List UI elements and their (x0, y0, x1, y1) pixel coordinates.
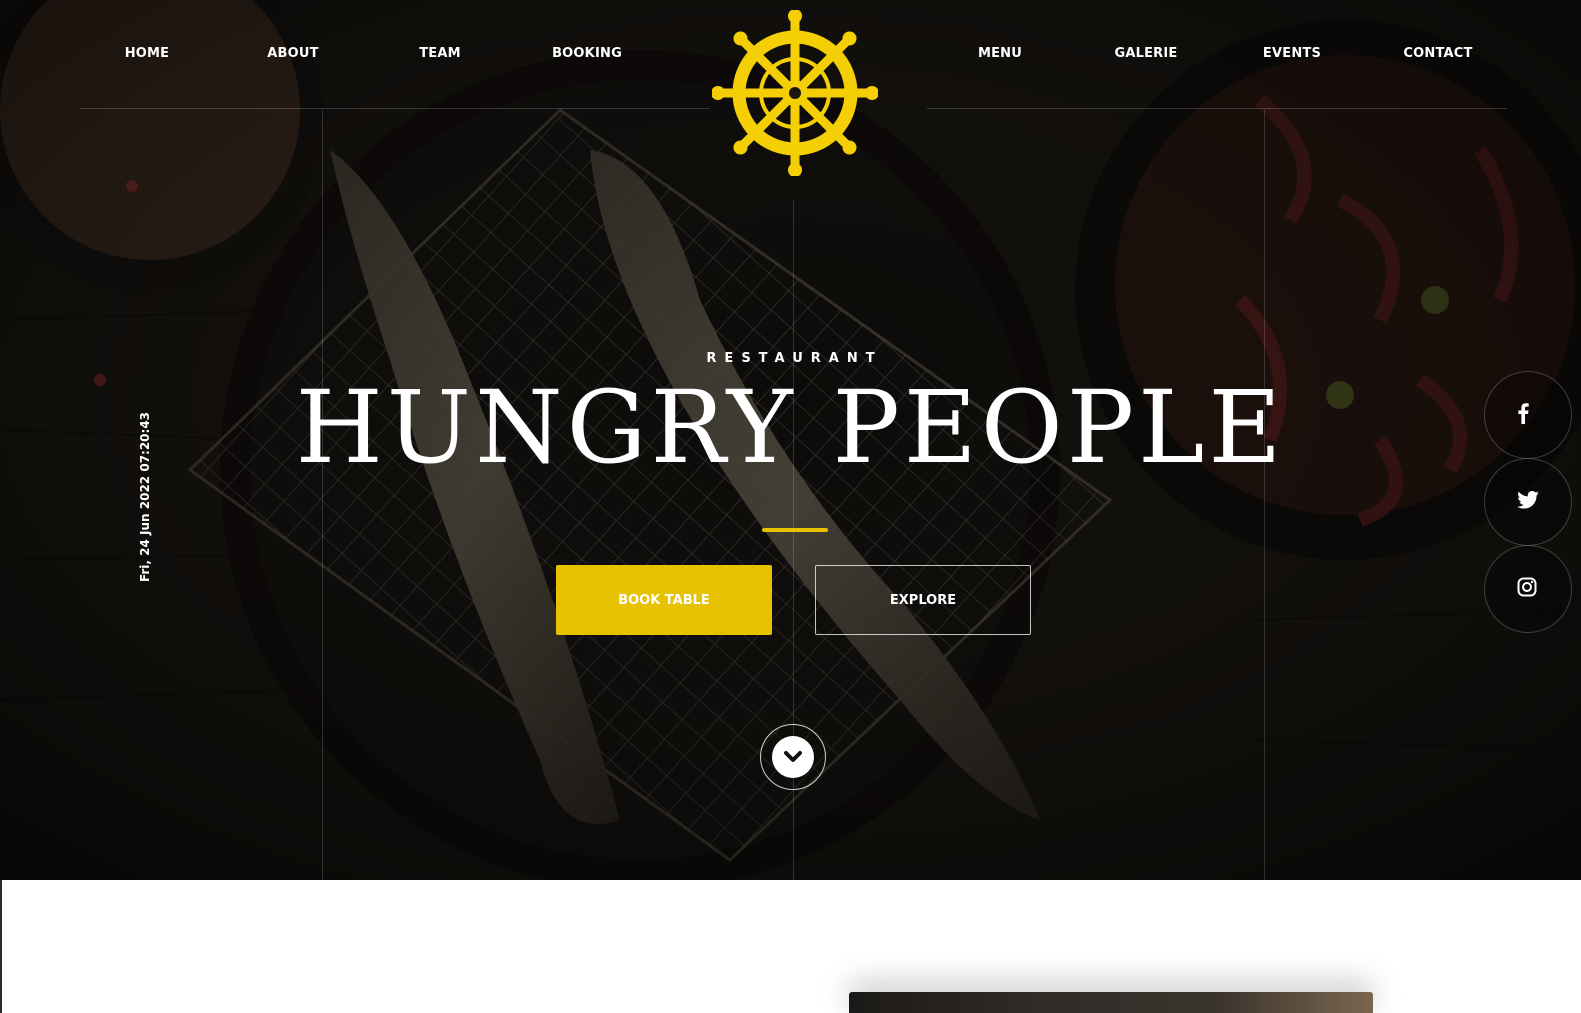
nav-about[interactable]: ABOUT (267, 46, 318, 61)
facebook-icon (1517, 402, 1529, 429)
grid-line (322, 110, 323, 880)
book-table-button[interactable]: BOOK TABLE (556, 565, 772, 635)
nav-menu[interactable]: MENU (978, 46, 1022, 61)
nav-team[interactable]: TEAM (419, 46, 461, 61)
scroll-down-button[interactable] (760, 724, 826, 790)
nav-galerie[interactable]: GALERIE (1114, 46, 1177, 61)
page-edge (0, 880, 2, 1013)
twitter-icon (1517, 490, 1539, 514)
grid-line (1264, 110, 1265, 880)
hero-title: HUNGRY PEOPLE (295, 369, 1286, 486)
twitter-link[interactable] (1484, 458, 1572, 546)
ship-wheel-icon[interactable] (711, 9, 879, 177)
explore-button[interactable]: EXPLORE (815, 565, 1031, 635)
title-divider (762, 528, 828, 532)
hero-section: HOME ABOUT TEAM BOOKING MENU GALERIE EVE… (0, 0, 1581, 880)
facebook-link[interactable] (1484, 371, 1572, 459)
instagram-link[interactable] (1484, 545, 1572, 633)
nav-events[interactable]: EVENTS (1263, 46, 1321, 61)
hero-tagline: RESTAURANT (706, 351, 883, 366)
about-photo (849, 992, 1373, 1013)
nav-divider (927, 108, 1507, 109)
instagram-icon (1517, 577, 1537, 602)
nav-booking[interactable]: BOOKING (552, 46, 622, 61)
nav-contact[interactable]: CONTACT (1403, 46, 1472, 61)
nav-divider (80, 108, 710, 109)
chevron-down-icon (772, 736, 814, 778)
nav-home[interactable]: HOME (125, 46, 170, 61)
